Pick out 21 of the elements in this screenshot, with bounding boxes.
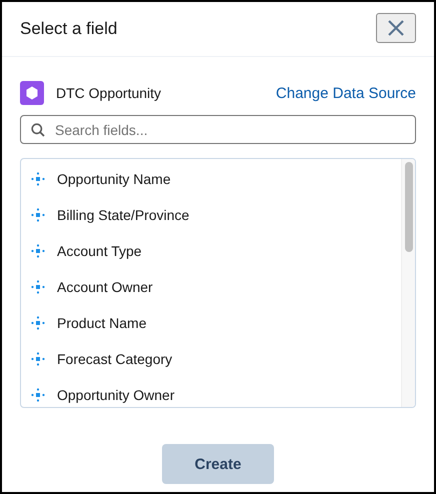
field-icon <box>31 388 45 402</box>
close-icon <box>387 19 405 37</box>
field-icon <box>31 172 45 186</box>
field-icon <box>31 352 45 366</box>
data-source-name: DTC Opportunity <box>56 85 162 101</box>
field-icon <box>31 280 45 294</box>
field-icon <box>31 208 45 222</box>
dialog-title: Select a field <box>20 19 118 39</box>
field-item[interactable]: Product Name <box>21 305 401 341</box>
field-item[interactable]: Opportunity Owner <box>21 377 401 407</box>
field-item[interactable]: Opportunity Name <box>21 161 401 197</box>
change-data-source-link[interactable]: Change Data Source <box>276 84 416 102</box>
field-icon <box>31 316 45 330</box>
field-item[interactable]: Forecast Category <box>21 341 401 377</box>
field-icon <box>31 244 45 258</box>
search-field[interactable]: Search fields... <box>20 115 416 144</box>
close-button[interactable] <box>376 13 416 43</box>
field-item[interactable]: Account Owner <box>21 269 401 305</box>
scrollbar[interactable] <box>401 159 415 407</box>
field-item[interactable]: Account Type <box>21 233 401 269</box>
field-item[interactable]: Billing State/Province <box>21 197 401 233</box>
